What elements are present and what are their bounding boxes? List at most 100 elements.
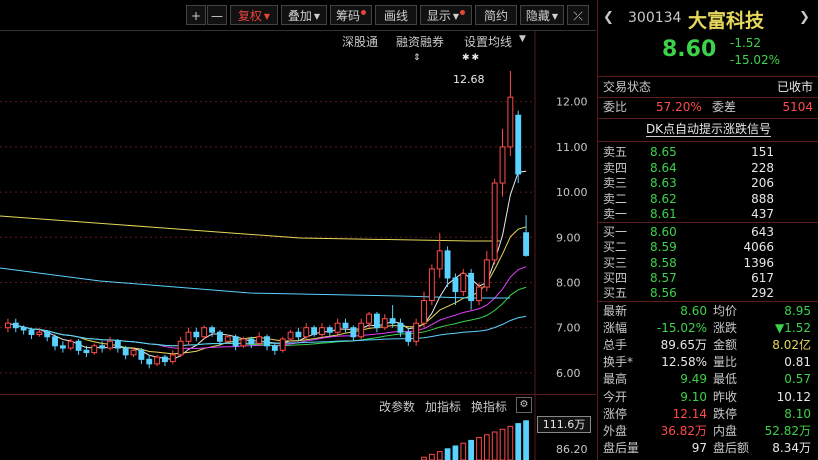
- overlay-button[interactable]: 叠加 ▼: [281, 5, 327, 25]
- set-ma-link[interactable]: 设置均线: [464, 33, 512, 50]
- level-label: 买五: [603, 286, 628, 301]
- stat-value: 36.82万: [660, 423, 707, 438]
- price-tick-label: 6.00: [556, 367, 581, 380]
- level-price: 8.56: [650, 286, 677, 301]
- candlestick-series: [4, 70, 530, 369]
- candle-body: [36, 331, 43, 335]
- stat-value: 0.81: [784, 355, 811, 370]
- stat-label: 涨停: [603, 406, 628, 421]
- stat-row: 盘后量 97 盘后额 8.34万: [598, 440, 818, 457]
- price-change: -1.52: [730, 36, 762, 50]
- stat-label: 今开: [603, 389, 628, 404]
- candle-body: [114, 340, 121, 349]
- change-params-link[interactable]: 改参数: [379, 398, 415, 415]
- candle-body: [334, 322, 341, 333]
- level-volume: 437: [751, 207, 774, 221]
- stat-value: 9.10: [680, 389, 707, 404]
- candle-body: [507, 96, 514, 148]
- candle-body: [52, 336, 58, 347]
- chart-toolbar: + — 复权 ▼ 叠加 ▼ 筹码 画线 显示 ▼ 简约 隐藏 ▼ ⤫: [0, 0, 596, 31]
- candle-body: [146, 358, 153, 365]
- candle-body: [67, 340, 74, 349]
- volume-bar: [452, 445, 459, 460]
- panel-divider: [0, 394, 596, 395]
- candle-body: [491, 182, 498, 261]
- candle-body: [169, 354, 176, 363]
- fuquan-button[interactable]: 复权 ▼: [230, 5, 278, 25]
- zoom-in-button[interactable]: +: [186, 5, 206, 25]
- candle-body: [295, 331, 302, 338]
- candle-body: [468, 272, 475, 302]
- stat-label: 涨幅: [603, 321, 628, 336]
- candle-body: [405, 331, 412, 342]
- shenguotong-link[interactable]: 深股通: [342, 33, 378, 50]
- chart-grid: [0, 31, 536, 460]
- dk-signal-link[interactable]: DK点自动提示涨跌信号: [598, 121, 818, 138]
- kline-chart[interactable]: 12.00 11.00 10.00 9.00 8.00 7.00 6.00: [0, 31, 596, 460]
- candle-body: [248, 338, 255, 345]
- stock-code: 300134: [628, 10, 682, 26]
- ask-level: 卖二 8.62 888: [598, 191, 818, 208]
- stat-value: 0.57: [784, 372, 811, 387]
- back-icon[interactable]: ❮: [603, 10, 614, 25]
- candle-body: [209, 327, 215, 333]
- candle-body: [373, 313, 380, 329]
- volume-bar: [460, 442, 467, 460]
- settings-gear-icon[interactable]: ⚙: [516, 397, 532, 413]
- ask-level: 卖四 8.64 228: [598, 160, 818, 177]
- expand-icon[interactable]: ⤫: [567, 5, 589, 25]
- last-price: 8.60: [662, 37, 717, 62]
- stat-value: -15.02%: [656, 321, 707, 336]
- candle-body: [279, 338, 286, 351]
- volume-bar: [476, 437, 482, 460]
- stat-label: 均价: [713, 304, 738, 318]
- switch-indicator-link[interactable]: 换指标: [471, 398, 507, 415]
- candle-body: [436, 250, 443, 270]
- stat-row: 外盘 36.82万 内盘 52.82万: [598, 423, 818, 440]
- price-tick-label: 12.00: [556, 96, 588, 109]
- candle-body: [193, 331, 200, 338]
- add-indicator-link[interactable]: 加指标: [425, 398, 461, 415]
- candle-body: [83, 349, 90, 354]
- simple-mode-button[interactable]: 简约: [475, 5, 517, 25]
- stat-row: 最新 8.60 均价 8.95: [598, 303, 818, 320]
- stat-label: 外盘: [603, 423, 628, 438]
- next-icon[interactable]: ❯: [799, 10, 810, 25]
- candle-body: [224, 336, 231, 342]
- stat-label: 内盘: [713, 423, 738, 438]
- candle-body: [154, 356, 161, 365]
- margin-trading-link[interactable]: 融资融券: [396, 33, 444, 50]
- candle-body: [216, 331, 223, 342]
- candle-body: [44, 331, 51, 338]
- level-volume: 888: [751, 191, 774, 206]
- price-tick-label: 8.00: [556, 277, 581, 290]
- stat-value: 8.95: [784, 304, 811, 318]
- candle-body: [75, 340, 82, 351]
- hide-button[interactable]: 隐藏 ▼: [520, 5, 564, 25]
- chevron-down-icon[interactable]: ▼: [519, 34, 526, 44]
- volume-top-label: 111.6万: [537, 416, 591, 433]
- stat-row: 最高 9.49 最低 0.57: [598, 371, 818, 388]
- candle-body: [130, 349, 137, 356]
- candle-body: [483, 259, 490, 288]
- notification-dot-icon: [460, 10, 466, 15]
- volume-bar: [499, 428, 506, 460]
- level-volume: 151: [751, 145, 774, 159]
- candle-body: [342, 322, 349, 329]
- level-volume: 292: [751, 286, 774, 301]
- candle-body: [326, 327, 333, 333]
- chip-distribution-button[interactable]: 筹码: [330, 5, 372, 25]
- display-button[interactable]: 显示 ▼: [420, 5, 472, 25]
- level-price: 8.62: [650, 191, 677, 206]
- candle-body: [444, 250, 451, 279]
- zoom-out-button[interactable]: —: [207, 5, 227, 25]
- quote-panel: ❮ 300134 大富科技 ❯ 8.60 -1.52 -15.02% 交易状态 …: [597, 0, 818, 460]
- weibi-row: 委比 57.20% 委差 5104: [603, 100, 813, 114]
- candle-body: [421, 300, 427, 324]
- volume-bar: [468, 439, 474, 460]
- candle-body: [185, 331, 192, 342]
- stat-label: 盘后额: [713, 440, 750, 455]
- draw-line-button[interactable]: 画线: [375, 5, 417, 25]
- candle-body: [303, 327, 310, 338]
- stat-value: 9.49: [680, 372, 707, 387]
